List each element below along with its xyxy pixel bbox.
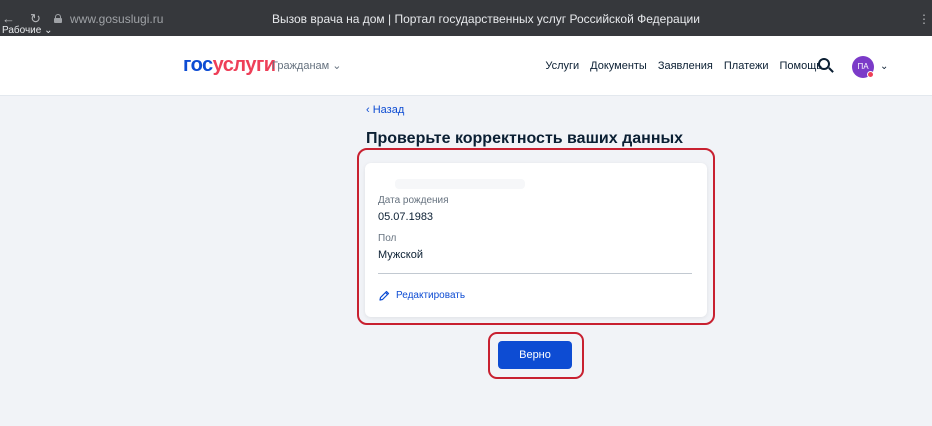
- notification-dot: [867, 71, 874, 78]
- site-header: госуслуги Гражданам ⌄ Услуги Документы З…: [0, 36, 932, 96]
- chevron-down-icon[interactable]: ⌄: [880, 60, 888, 74]
- nav-services[interactable]: Услуги: [545, 59, 579, 73]
- logo-part-gos: гос: [183, 54, 213, 76]
- card-highlight-outline: [357, 148, 715, 325]
- nav-documents[interactable]: Документы: [590, 59, 647, 73]
- nav-payments[interactable]: Платежи: [724, 59, 769, 73]
- browser-toolbar: ← ↻ www.gosuslugi.ru Вызов врача на дом …: [0, 0, 932, 36]
- button-highlight-outline: [488, 332, 584, 379]
- browser-page-title: Вызов врача на дом | Портал государствен…: [272, 12, 700, 26]
- gosuslugi-logo[interactable]: госуслуги: [183, 53, 276, 77]
- page-title: Проверьте корректность ваших данных: [366, 130, 684, 147]
- back-link[interactable]: ‹ Назад: [366, 103, 404, 117]
- bookmarks-folder[interactable]: Рабочие ⌄: [2, 26, 52, 36]
- search-icon[interactable]: [818, 58, 834, 74]
- logo-part-uslugi: услуги: [212, 54, 276, 76]
- browser-menu-icon[interactable]: ⋮: [918, 10, 930, 28]
- nav-help[interactable]: Помощь: [780, 59, 823, 73]
- main-nav: Услуги Документы Заявления Платежи Помощ…: [545, 59, 822, 73]
- nav-applications[interactable]: Заявления: [658, 59, 713, 73]
- citizens-menu[interactable]: Гражданам ⌄: [272, 59, 342, 73]
